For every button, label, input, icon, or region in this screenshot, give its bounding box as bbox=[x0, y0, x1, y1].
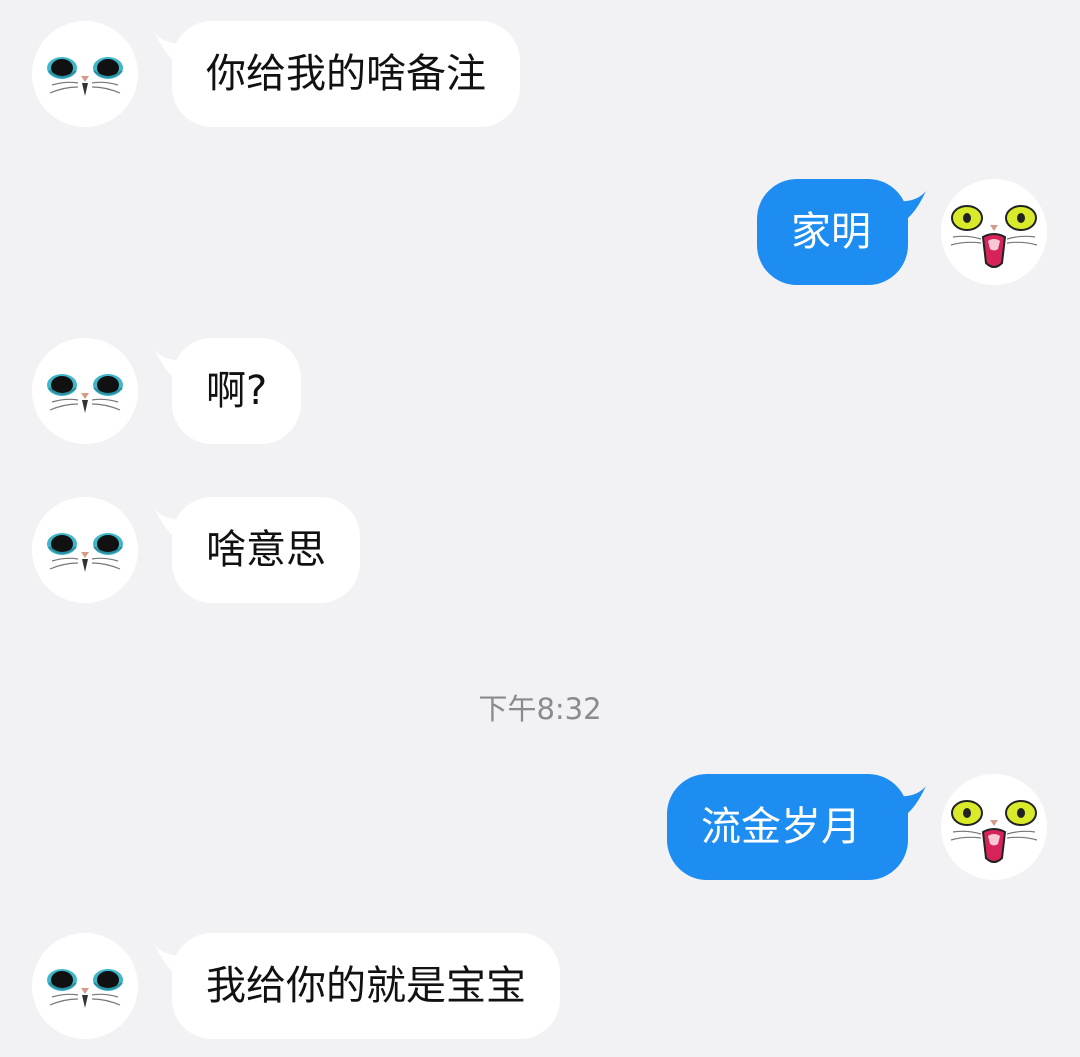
bubble-tail-icon bbox=[896, 786, 926, 820]
my-avatar[interactable] bbox=[941, 774, 1047, 880]
contact-avatar[interactable] bbox=[32, 497, 138, 603]
yellow-eyed-screaming-cat-icon bbox=[941, 774, 1047, 880]
bubble-tail-icon bbox=[896, 191, 926, 225]
message-timestamp: 下午8:32 bbox=[478, 692, 602, 726]
blue-eyed-cat-icon bbox=[32, 21, 138, 127]
message-text: 啥意思 bbox=[206, 527, 326, 573]
outgoing-message-bubble[interactable]: 流金岁月 bbox=[667, 774, 908, 880]
incoming-message-bubble[interactable]: 啥意思 bbox=[172, 497, 360, 603]
blue-eyed-cat-icon bbox=[32, 338, 138, 444]
contact-avatar[interactable] bbox=[32, 933, 138, 1039]
contact-avatar[interactable] bbox=[32, 21, 138, 127]
incoming-message-bubble[interactable]: 啊? bbox=[172, 338, 302, 444]
outgoing-message-bubble[interactable]: 家明 bbox=[757, 179, 908, 285]
message-text: 我给你的就是宝宝 bbox=[206, 963, 526, 1009]
message-text: 你给我的啥备注 bbox=[206, 51, 486, 97]
message-text: 家明 bbox=[791, 209, 871, 255]
incoming-message-bubble[interactable]: 我给你的就是宝宝 bbox=[172, 933, 560, 1039]
yellow-eyed-screaming-cat-icon bbox=[941, 179, 1047, 285]
my-avatar[interactable] bbox=[941, 179, 1047, 285]
message-text: 流金岁月 bbox=[701, 804, 861, 850]
blue-eyed-cat-icon bbox=[32, 497, 138, 603]
contact-avatar[interactable] bbox=[32, 338, 138, 444]
message-text: 啊? bbox=[206, 368, 268, 414]
incoming-message-bubble[interactable]: 你给我的啥备注 bbox=[172, 21, 520, 127]
blue-eyed-cat-icon bbox=[32, 933, 138, 1039]
